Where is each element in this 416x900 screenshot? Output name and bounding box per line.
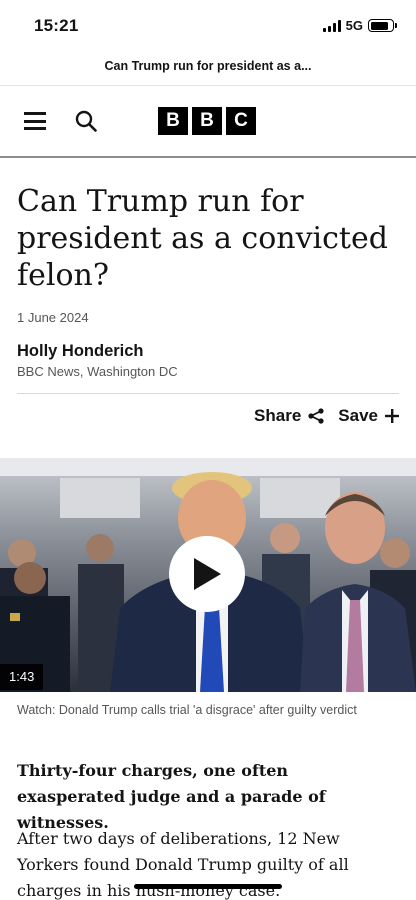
plus-icon (385, 409, 399, 423)
article-headline: Can Trump run for president as a convict… (17, 184, 388, 293)
bbc-logo[interactable]: B B C (158, 107, 256, 135)
article-intro: Thirty-four charges, one often exasperat… (17, 761, 326, 832)
share-icon (308, 408, 324, 424)
status-time: 15:21 (34, 16, 79, 35)
battery-icon (368, 19, 397, 32)
article-date: 1 June 2024 (17, 310, 89, 325)
author-name: Holly Honderich (17, 342, 144, 360)
search-icon[interactable] (74, 109, 98, 133)
site-header: B B C (0, 86, 416, 158)
hamburger-icon[interactable] (24, 112, 46, 130)
status-icons: 5G (322, 18, 397, 33)
status-bar: 15:21 5G (0, 0, 416, 50)
byline-divider (17, 393, 399, 394)
play-button[interactable] (169, 536, 245, 612)
network-label: 5G (345, 18, 363, 33)
logo-letter-b2: B (192, 107, 222, 135)
video-duration: 1:43 (0, 664, 44, 690)
logo-letter-c: C (226, 107, 256, 135)
share-button[interactable]: Share (254, 406, 324, 426)
play-icon (194, 558, 221, 590)
save-button[interactable]: Save (338, 406, 399, 426)
author-role: BBC News, Washington DC (17, 364, 178, 379)
browser-title-bar: Can Trump run for president as a... (0, 50, 416, 86)
share-label: Share (254, 406, 302, 425)
article-actions: Share Save (254, 406, 399, 426)
logo-letter-b1: B (158, 107, 188, 135)
signal-icon (322, 19, 341, 32)
save-label: Save (338, 406, 378, 425)
home-indicator[interactable] (134, 884, 282, 889)
battery-level (370, 21, 389, 30)
video-caption: Watch: Donald Trump calls trial 'a disgr… (17, 703, 357, 717)
page-title: Can Trump run for president as a... (104, 59, 312, 73)
